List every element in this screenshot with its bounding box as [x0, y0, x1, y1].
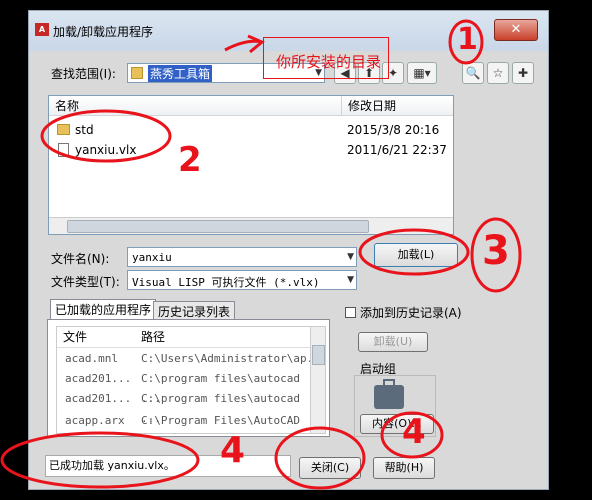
- horizontal-scrollbar[interactable]: [49, 217, 453, 234]
- table-row[interactable]: acad.mnl C:\Users\Administrator\ap...: [57, 349, 325, 369]
- file-date: 2015/3/8 20:16: [347, 123, 440, 137]
- briefcase-icon: [374, 385, 404, 409]
- file-name: yanxiu.vlx: [75, 143, 137, 157]
- unload-button[interactable]: 卸载(U): [358, 332, 428, 352]
- tab-history-list[interactable]: 历史记录列表: [153, 301, 236, 321]
- find-icon[interactable]: 🔍: [462, 62, 484, 84]
- briefcase-handle: [383, 379, 395, 387]
- column-header-name[interactable]: 名称: [49, 96, 341, 116]
- history-checkbox[interactable]: [345, 307, 356, 318]
- file-icon: [58, 143, 69, 157]
- annotation-number-4a: 4: [220, 430, 246, 471]
- autocad-app-icon: A: [35, 23, 49, 36]
- close-button[interactable]: 关闭(C): [299, 457, 361, 479]
- row-path: C:\Users\Administrator\ap...: [141, 352, 326, 365]
- file-date: 2011/6/21 22:37: [347, 143, 447, 157]
- file-row-std[interactable]: std 2015/3/8 20:16: [49, 120, 453, 140]
- row-file: acapp.arx: [65, 414, 125, 427]
- vertical-scrollbar[interactable]: [310, 327, 325, 433]
- filename-value: yanxiu: [132, 251, 172, 264]
- chevron-down-icon: ▼: [347, 275, 354, 285]
- load-unload-dialog: A 加载/卸载应用程序 ✕ 查找范围(I): 燕秀工具箱 ▼ ◀ ⬆ ✦ ▦▾ …: [28, 10, 549, 490]
- scrollbar-thumb[interactable]: [312, 345, 325, 365]
- favorites-icon[interactable]: ☆: [487, 62, 509, 84]
- table-row[interactable]: acad201... C:\program files\autocad ...: [57, 369, 325, 405]
- chevron-down-icon: ▼: [347, 252, 354, 262]
- load-button[interactable]: 加载(L): [374, 243, 458, 267]
- annotation-number-3: 3: [482, 228, 510, 274]
- column-header-date[interactable]: 修改日期: [341, 96, 453, 116]
- add-favorite-icon[interactable]: ✚: [512, 62, 534, 84]
- loaded-apps-panel: 文件 路径 acad.mnl C:\Users\Administrator\ap…: [47, 319, 330, 437]
- folder-icon: [131, 67, 143, 79]
- row-file: acad201...: [65, 392, 132, 405]
- scrollbar-thumb[interactable]: [67, 220, 369, 233]
- lookin-value: 燕秀工具箱: [148, 65, 213, 82]
- close-window-button[interactable]: ✕: [494, 19, 538, 41]
- table-row[interactable]: acapp.arx C:\Program Files\AutoCAD ...: [57, 411, 325, 431]
- table-row[interactable]: acad201... C:\program files\autocad ...: [57, 389, 325, 425]
- file-list[interactable]: 名称 修改日期 std 2015/3/8 20:16 yanxiu.vlx 20…: [48, 95, 454, 235]
- help-button[interactable]: 帮助(H): [373, 457, 435, 479]
- filetype-label: 文件类型(T):: [51, 275, 120, 289]
- status-text: 已成功加载 yanxiu.vlx。: [45, 455, 291, 477]
- file-name: std: [75, 123, 94, 137]
- filetype-value: Visual LISP 可执行文件 (*.vlx): [132, 276, 320, 289]
- filename-label: 文件名(N):: [51, 252, 110, 266]
- annotation-number-4b: 4: [402, 412, 426, 452]
- loaded-apps-table[interactable]: 文件 路径 acad.mnl C:\Users\Administrator\ap…: [56, 326, 326, 434]
- row-file: acad201...: [65, 372, 132, 385]
- folder-icon: [57, 124, 70, 135]
- views-menu-icon[interactable]: ▦▾: [407, 62, 437, 84]
- annotation-install-dir: 你所安装的目录: [276, 53, 382, 71]
- file-row-yanxiu[interactable]: yanxiu.vlx 2011/6/21 22:37: [49, 140, 453, 160]
- window-title: 加载/卸载应用程序: [53, 25, 154, 39]
- tab-loaded-apps[interactable]: 已加载的应用程序: [50, 299, 157, 321]
- history-checkbox-label: 添加到历史记录(A): [360, 306, 462, 320]
- annotation-number-1: 1: [457, 22, 478, 57]
- lookin-label: 查找范围(I):: [51, 67, 116, 81]
- column-header-path[interactable]: 路径: [141, 327, 165, 347]
- annotation-number-2: 2: [178, 140, 202, 180]
- filename-combo[interactable]: yanxiu ▼: [127, 247, 357, 267]
- row-file: acad.mnl: [65, 352, 118, 365]
- filetype-combo[interactable]: Visual LISP 可执行文件 (*.vlx) ▼: [127, 270, 357, 290]
- column-header-file[interactable]: 文件: [63, 327, 87, 347]
